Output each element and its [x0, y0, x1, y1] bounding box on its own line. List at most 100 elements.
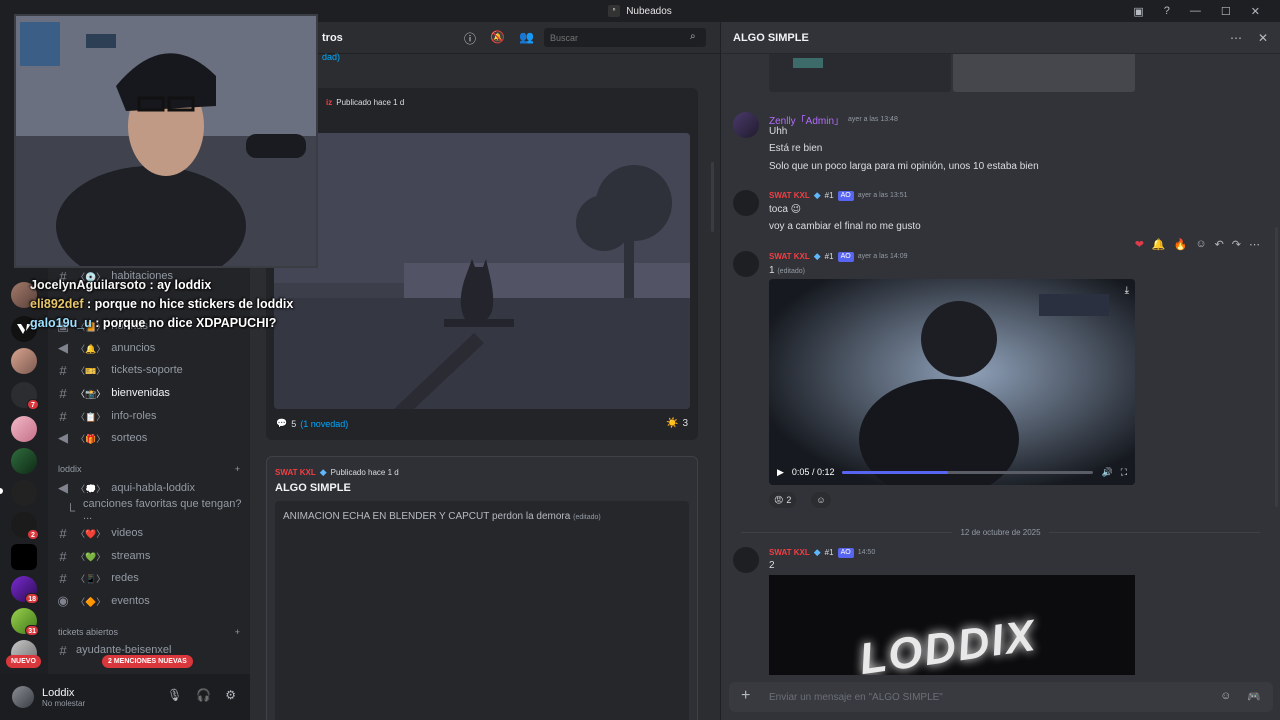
- channel-item[interactable]: ◀ 〈🎁〉 sorteos: [56, 428, 242, 448]
- chat-scrollbar[interactable]: [1275, 227, 1278, 507]
- heart-reaction-icon[interactable]: ❤: [1135, 238, 1144, 251]
- webcam-feed: [16, 16, 316, 266]
- message-avatar[interactable]: [733, 547, 759, 573]
- inbox-icon[interactable]: ▣: [1133, 5, 1143, 18]
- message-line: Solo que un poco larga para mi opinión, …: [769, 161, 1039, 172]
- microphone-icon[interactable]: 🎙: [167, 688, 182, 702]
- mute-bell-icon[interactable]: 🔕: [490, 30, 505, 47]
- post-author[interactable]: iz: [326, 98, 332, 107]
- video-time: 0:05 / 0:12: [791, 467, 835, 477]
- message-time: ayer a las 13:48: [848, 116, 898, 123]
- video-thumbnail[interactable]: LODDIX: [769, 575, 1135, 675]
- post-body-text: ANIMACION ECHA EN BLENDER Y CAPCUT perdo…: [283, 511, 571, 522]
- server-icon[interactable]: 2: [11, 512, 39, 540]
- stream-chat-user: eli892def: [30, 297, 84, 311]
- forum-scrollbar[interactable]: [711, 162, 714, 232]
- post-published: Publicado hace 1 d: [336, 98, 405, 107]
- edited-label: (editado): [573, 514, 601, 521]
- video-progress-bar[interactable]: [842, 470, 1094, 474]
- image-attachment[interactable]: [953, 54, 1135, 92]
- channel-label: eventos: [111, 595, 150, 607]
- new-pill[interactable]: NUEVO: [6, 655, 41, 668]
- category-header[interactable]: loddix +: [58, 464, 240, 474]
- fire-reaction-icon[interactable]: 🔥: [1174, 238, 1188, 251]
- server-icon[interactable]: [11, 348, 37, 374]
- reply-icon[interactable]: ↶: [1215, 238, 1224, 251]
- server-icon[interactable]: [11, 416, 37, 442]
- category-header[interactable]: tickets abiertos +: [58, 627, 240, 637]
- message-author[interactable]: SWAT KXL: [769, 548, 810, 557]
- gamepad-icon[interactable]: 🎮: [1247, 690, 1261, 703]
- forward-icon[interactable]: ↷: [1232, 238, 1241, 251]
- sun-icon: ☀️: [665, 418, 679, 429]
- forum-header-link[interactable]: dad): [322, 52, 340, 62]
- forum-post-card[interactable]: iz Publicado hace 1 d 💬 5 (1 novedad) ☀️…: [266, 88, 698, 440]
- channel-item-active[interactable]: # 〈📸〉 bienvenidas: [56, 383, 242, 403]
- channel-item[interactable]: ◀ 〈💭〉 aqui-habla-loddix: [56, 478, 242, 498]
- video-player[interactable]: ⤓ ▶ 0:05 / 0:12 🔊 ⛶: [769, 279, 1135, 485]
- play-icon[interactable]: ▶: [777, 467, 784, 478]
- thread-item[interactable]: └ canciones favoritas que tengan? ...: [56, 498, 242, 522]
- user-info[interactable]: Loddix No molestar: [42, 687, 85, 708]
- bell-reaction-icon[interactable]: 🔔: [1152, 238, 1166, 251]
- channel-emoji: 〈🔔〉: [76, 343, 106, 354]
- more-icon[interactable]: ⋯: [1249, 238, 1260, 251]
- volume-icon[interactable]: 🔊: [1101, 467, 1112, 478]
- message-input[interactable]: + Enviar un mensaje en "ALGO SIMPLE" ☺ 🎮: [729, 682, 1273, 712]
- comments-count[interactable]: 💬 5 (1 novedad): [276, 418, 348, 429]
- add-reaction-icon[interactable]: ☺: [1195, 238, 1206, 251]
- channel-item[interactable]: # 〈📋〉 info-roles: [56, 406, 242, 426]
- headphones-icon[interactable]: 🎧: [196, 688, 211, 702]
- add-channel-icon[interactable]: +: [235, 464, 240, 474]
- emoji-icon[interactable]: ☺: [1220, 690, 1231, 703]
- close-icon[interactable]: ✕: [1251, 5, 1260, 18]
- message-avatar[interactable]: [733, 190, 759, 216]
- add-attachment-icon[interactable]: +: [741, 687, 750, 705]
- message-time: ayer a las 13:51: [857, 192, 908, 199]
- server-icon[interactable]: [11, 480, 37, 506]
- download-icon[interactable]: ⤓: [1125, 285, 1129, 296]
- info-icon[interactable]: ⓘ: [464, 30, 476, 47]
- channel-item[interactable]: # 〈❤️〉 videos: [56, 523, 242, 543]
- server-icon[interactable]: 18: [11, 576, 39, 604]
- channel-item[interactable]: ◉ 〈🔶〉 eventos: [56, 591, 242, 611]
- maximize-icon[interactable]: ☐: [1221, 5, 1231, 18]
- post-reaction[interactable]: ☀️ 3: [666, 418, 688, 429]
- message-author[interactable]: SWAT KXL: [769, 191, 810, 200]
- server-icon[interactable]: [11, 448, 37, 474]
- channel-item[interactable]: ◀ 〈🔔〉 anuncios: [56, 338, 242, 358]
- server-icon[interactable]: 7: [11, 382, 39, 410]
- message-reaction[interactable]: 😡 2: [769, 492, 797, 508]
- search-input[interactable]: [544, 28, 706, 47]
- message-author[interactable]: SWAT KXL: [769, 252, 810, 261]
- channel-item[interactable]: # 〈🎫〉 tickets-soporte: [56, 360, 242, 380]
- forum-post-card-open[interactable]: SWAT KXL ◆ Publicado hace 1 d ALGO SIMPL…: [266, 456, 698, 720]
- channel-emoji: 〈📋〉: [76, 411, 106, 422]
- post-title[interactable]: ALGO SIMPLE: [275, 482, 351, 494]
- channel-item[interactable]: # 〈💚〉 streams: [56, 546, 242, 566]
- message-author[interactable]: Zenlly「Admin」: [769, 112, 844, 127]
- notification-badge: 2: [27, 529, 39, 540]
- new-mentions-pill[interactable]: 2 MENCIONES NUEVAS: [102, 655, 193, 668]
- help-icon[interactable]: ?: [1164, 5, 1170, 17]
- channel-item[interactable]: # 〈📱〉 redes: [56, 568, 242, 588]
- add-reaction-button[interactable]: ☺: [811, 492, 831, 508]
- more-options-icon[interactable]: ⋯: [1230, 31, 1242, 45]
- window-controls: ▣ ? — ☐ ✕: [1133, 0, 1280, 22]
- server-icon[interactable]: 31: [11, 608, 39, 636]
- members-icon[interactable]: 👥: [519, 30, 534, 47]
- message-avatar[interactable]: [733, 112, 759, 138]
- previous-image-attachments[interactable]: [769, 54, 1135, 92]
- avatar[interactable]: [12, 686, 34, 708]
- close-thread-icon[interactable]: ✕: [1258, 31, 1268, 45]
- image-attachment[interactable]: [769, 54, 951, 92]
- message-avatar[interactable]: [733, 251, 759, 277]
- settings-gear-icon[interactable]: ⚙: [225, 688, 236, 702]
- fullscreen-icon[interactable]: ⛶: [1121, 467, 1127, 478]
- add-channel-icon[interactable]: +: [235, 627, 240, 637]
- thread-title: ALGO SIMPLE: [733, 31, 809, 44]
- server-icon[interactable]: [11, 544, 37, 570]
- minimize-icon[interactable]: —: [1190, 5, 1201, 17]
- post-author[interactable]: SWAT KXL: [275, 468, 316, 477]
- post-thumbnail-image[interactable]: [274, 133, 690, 409]
